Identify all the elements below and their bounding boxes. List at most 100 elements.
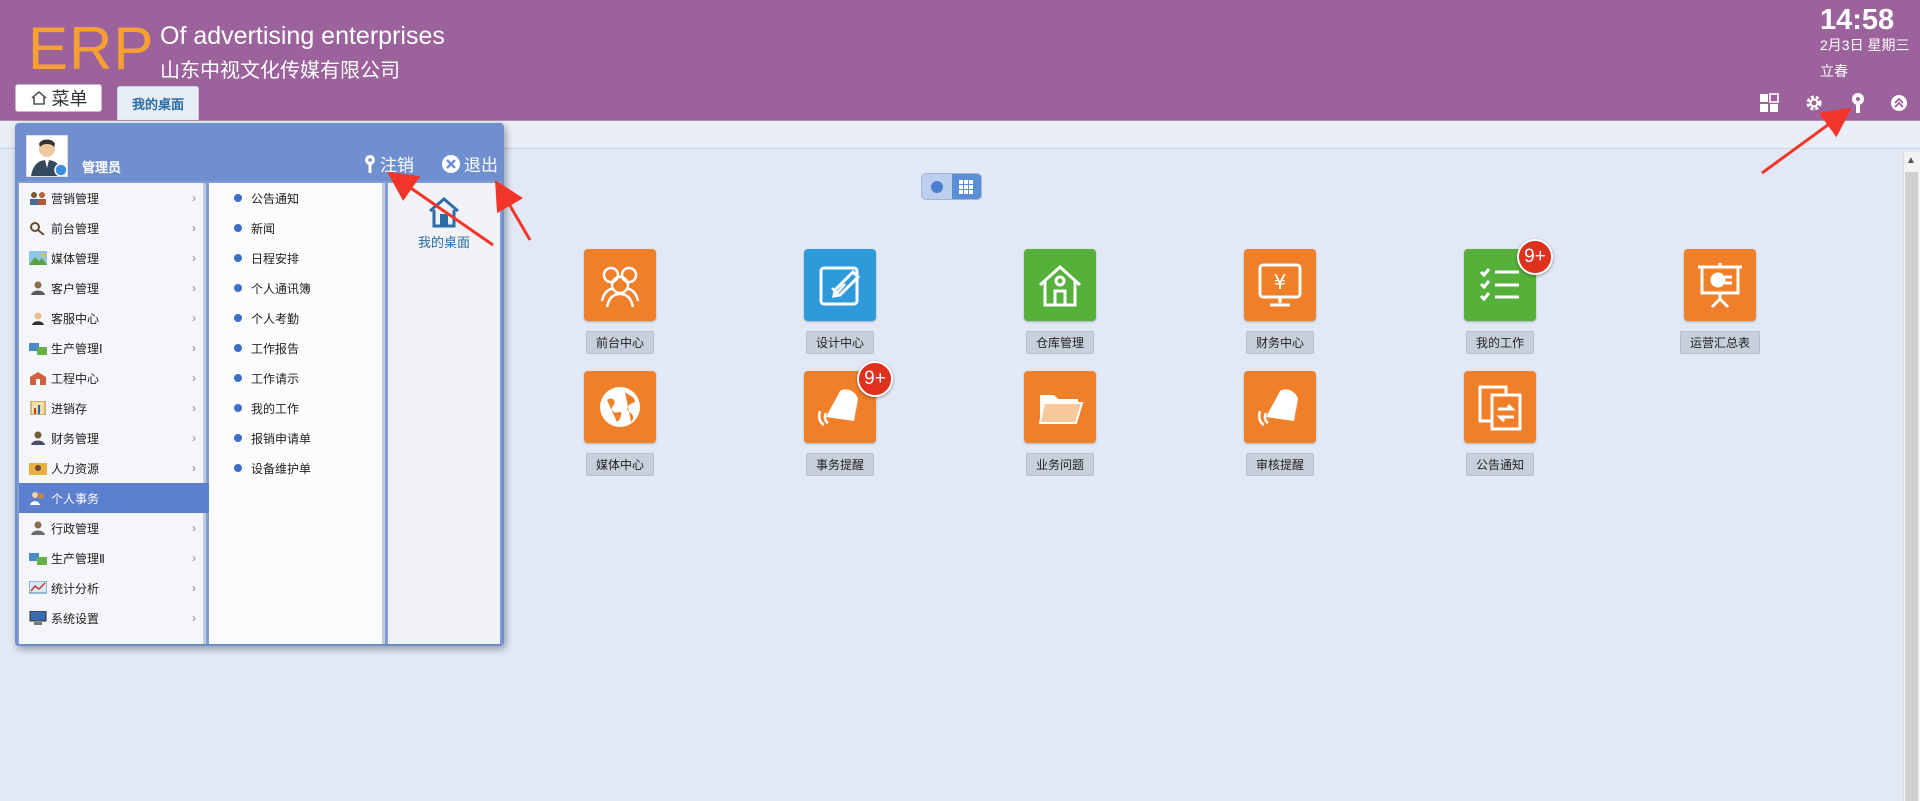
people-icon[interactable] xyxy=(584,249,656,321)
grid-view-icon[interactable] xyxy=(951,174,981,199)
app-warehouse[interactable]: 仓库管理 xyxy=(1000,249,1120,354)
app-label: 仓库管理 xyxy=(1025,331,1094,354)
menu-item-administration[interactable]: 行政管理 › xyxy=(19,513,206,543)
notification-badge: 9+ xyxy=(857,361,893,397)
people-icon xyxy=(29,191,47,206)
statistics-icon xyxy=(29,581,47,596)
bell-icon[interactable] xyxy=(1244,371,1316,443)
app-review-reminder[interactable]: 审核提醒 xyxy=(1220,371,1340,476)
top-bar: ERP Of advertising enterprises 山东中视文化传媒有… xyxy=(0,0,1920,121)
bullet-icon xyxy=(234,464,242,472)
finance-yen-icon[interactable]: ¥ xyxy=(1244,249,1316,321)
submenu-item[interactable]: 日程安排 xyxy=(209,243,385,273)
submenu-item[interactable]: 工作请示 xyxy=(209,363,385,393)
design-edit-icon[interactable] xyxy=(804,249,876,321)
notice-icon[interactable] xyxy=(1464,371,1536,443)
submenu-item[interactable]: 报销申请单 xyxy=(209,423,385,453)
submenu-item[interactable]: 设备维护单 xyxy=(209,453,385,483)
submenu-item[interactable]: 我的工作 xyxy=(209,393,385,423)
submenu-item[interactable]: 工作报告 xyxy=(209,333,385,363)
menu-item-statistics[interactable]: 统计分析 › xyxy=(19,573,206,603)
menu-item-hr[interactable]: 人力资源 › xyxy=(19,453,206,483)
folder-icon[interactable] xyxy=(1024,371,1096,443)
chevron-right-icon: › xyxy=(192,341,196,355)
submenu-item[interactable]: 新闻 xyxy=(209,213,385,243)
search-person-icon xyxy=(29,221,47,236)
admin-icon xyxy=(29,521,47,536)
chevron-right-icon: › xyxy=(192,551,196,565)
menu-item-finance[interactable]: 财务管理 › xyxy=(19,423,206,453)
scroll-up-arrow-icon[interactable]: ▲ xyxy=(1906,155,1916,166)
tab-my-desktop[interactable]: 我的桌面 xyxy=(117,86,199,120)
chevron-right-icon: › xyxy=(192,251,196,265)
menu-category-list: 营销管理 › 前台管理 › 媒体管理 › 客户管理 › 客服中心 › 生产管理Ⅰ › 工程中… xyxy=(19,183,224,644)
globe-icon[interactable] xyxy=(584,371,656,443)
app-affairs-reminder[interactable]: 9+ 事务提醒 xyxy=(780,361,900,476)
home-icon xyxy=(30,90,47,105)
menu-item-production-2[interactable]: 生产管理Ⅱ › xyxy=(19,543,206,573)
menu-item-engineering[interactable]: 工程中心 › xyxy=(19,363,206,393)
app-my-work[interactable]: 9+ 我的工作 xyxy=(1440,239,1560,354)
app-media-center[interactable]: 媒体中心 xyxy=(560,371,680,476)
menu-item-marketing[interactable]: 营销管理 › xyxy=(19,183,206,213)
warehouse-icon[interactable] xyxy=(1024,249,1096,321)
menu-item-inventory[interactable]: 进销存 › xyxy=(19,393,206,423)
submenu-item[interactable]: 个人通讯簿 xyxy=(209,273,385,303)
menu-item-service-center[interactable]: 客服中心 › xyxy=(19,303,206,333)
app-business-issues[interactable]: 业务问题 xyxy=(1000,371,1120,476)
view-toggle[interactable] xyxy=(921,173,982,200)
submenu-item[interactable]: 个人考勤 xyxy=(209,303,385,333)
app-front-desk-center[interactable]: 前台中心 xyxy=(560,249,680,354)
app-label: 运营汇总表 xyxy=(1679,331,1760,354)
app-design-center[interactable]: 设计中心 xyxy=(780,249,900,354)
solar-term: 立春 xyxy=(1820,63,1848,79)
menu-item-production-1[interactable]: 生产管理Ⅰ › xyxy=(19,333,206,363)
chevron-right-icon: › xyxy=(192,191,196,205)
submenu-item[interactable]: 公告通知 xyxy=(209,183,385,213)
menu-item-customer[interactable]: 客户管理 › xyxy=(19,273,206,303)
app-announcements[interactable]: 公告通知 xyxy=(1440,371,1560,476)
chevron-right-icon: › xyxy=(192,221,196,235)
chevron-right-icon: › xyxy=(192,401,196,415)
avatar[interactable] xyxy=(26,135,68,177)
menu-item-media[interactable]: 媒体管理 › xyxy=(19,243,206,273)
production-icon xyxy=(29,341,47,356)
app-finance-center[interactable]: ¥ 财务中心 xyxy=(1220,249,1340,354)
menu-subitem-list: 公告通知 新闻 日程安排 个人通讯簿 个人考勤 工作报告 工作请示 我的工作 报… xyxy=(209,183,385,644)
customer-icon xyxy=(29,281,47,296)
bullet-icon xyxy=(234,344,242,352)
collapse-icon[interactable] xyxy=(1888,92,1910,114)
chevron-right-icon: › xyxy=(192,371,196,385)
app-logo: ERP xyxy=(28,15,155,82)
landscape-icon xyxy=(29,251,47,266)
app-operations-summary[interactable]: 运营汇总表 xyxy=(1660,249,1780,354)
pin-icon[interactable] xyxy=(1847,92,1869,114)
layout-icon[interactable] xyxy=(1758,92,1780,114)
finance-icon xyxy=(29,431,47,446)
inventory-chart-icon xyxy=(29,401,47,416)
app-label: 媒体中心 xyxy=(585,453,654,476)
close-icon xyxy=(442,154,460,173)
chevron-right-icon: › xyxy=(192,461,196,475)
menu-button[interactable]: 菜单 xyxy=(15,84,102,112)
service-agent-icon xyxy=(29,311,47,326)
logout-button[interactable]: 注销 xyxy=(363,151,414,176)
home-icon xyxy=(429,197,459,228)
menu-item-front-desk[interactable]: 前台管理 › xyxy=(19,213,206,243)
bullet-icon xyxy=(234,254,242,262)
building-icon xyxy=(29,371,47,386)
bullet-icon xyxy=(234,284,242,292)
scrollbar-thumb[interactable] xyxy=(1905,172,1918,801)
app-label: 财务中心 xyxy=(1245,331,1314,354)
favorite-my-desktop[interactable]: 我的桌面 xyxy=(408,195,480,251)
menu-item-personal-affairs[interactable]: 个人事务 xyxy=(19,483,224,513)
chevron-right-icon: › xyxy=(192,611,196,625)
bullet-icon xyxy=(234,434,242,442)
notification-badge: 9+ xyxy=(1517,239,1553,275)
menu-favorites: 我的桌面 xyxy=(388,183,500,644)
gear-icon[interactable] xyxy=(1803,92,1825,114)
exit-button[interactable]: 退出 xyxy=(441,151,498,176)
dot-view-icon[interactable] xyxy=(922,174,952,199)
menu-item-system-settings[interactable]: 系统设置 › xyxy=(19,603,206,633)
presentation-icon[interactable] xyxy=(1684,249,1756,321)
